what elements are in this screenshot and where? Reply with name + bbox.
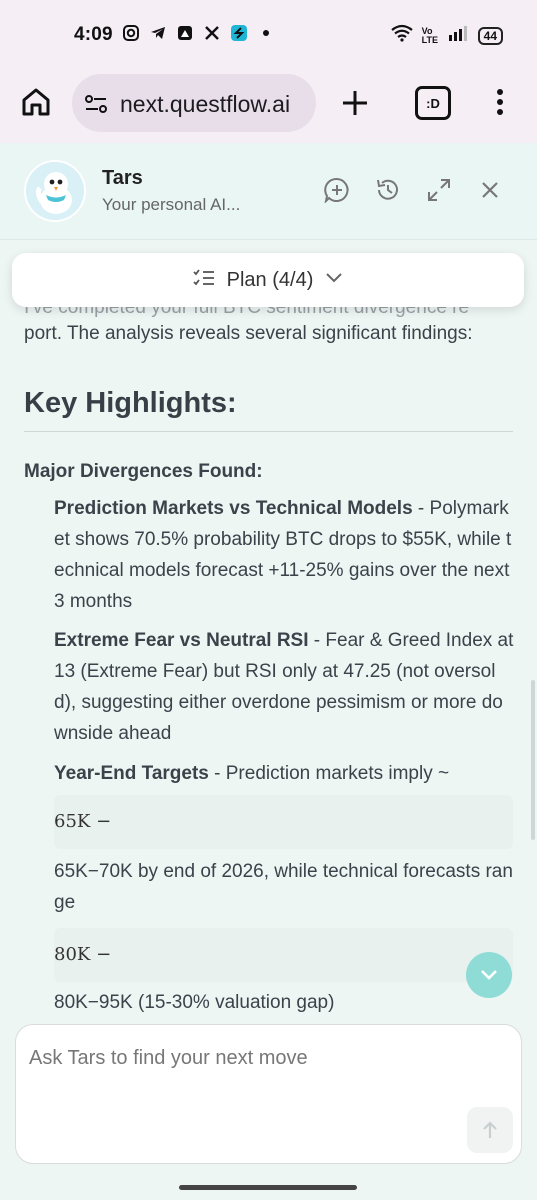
heading-divider [24,431,513,432]
more-menu-button[interactable] [490,86,510,118]
chevron-down-icon [325,271,343,289]
close-icon [482,182,498,198]
x-icon [203,24,221,42]
chat-input-placeholder: Ask Tars to find your next move [29,1047,308,1069]
list-item-title: Extreme Fear vs Neutral RSI [54,630,309,651]
arrow-up-icon [483,1121,497,1138]
telegram-icon [149,24,167,42]
more-vertical-icon [497,89,503,115]
expand-button[interactable] [426,177,452,203]
scrollbar[interactable] [531,680,535,840]
section-heading: Key Highlights: [24,387,237,419]
scroll-to-bottom-button[interactable] [466,952,512,998]
instagram-icon [122,24,140,42]
chat-plus-icon [324,177,349,205]
signal-icon [448,25,470,46]
close-button[interactable] [477,177,503,203]
dot-icon [257,24,275,42]
chevron-down-icon [481,970,497,980]
site-settings-icon[interactable] [84,92,108,116]
checklist-icon [193,268,215,293]
new-tab-button[interactable] [340,88,370,118]
chat-message-area[interactable]: I've completed your full BTC sentiment d… [0,239,537,1024]
avatar [24,160,86,222]
list-item-title: Prediction Markets vs Technical Models [54,498,413,519]
history-icon [377,179,398,200]
send-button[interactable] [467,1107,513,1153]
stackshift-icon [230,24,248,42]
agent-name: Tars [102,167,143,189]
url-text: next.questflow.ai [120,91,291,117]
expand-icon [428,179,450,201]
list-item-body: - Prediction markets imply ~ [208,763,450,784]
browser-toolbar: next.questflow.ai :D [0,70,537,143]
wifi-icon [390,24,414,47]
chat-header: Tars Your personal AI... [0,143,537,240]
address-bar[interactable]: next.questflow.ai [72,74,316,132]
plan-progress-button[interactable]: Plan (4/4) [12,253,524,307]
home-icon [22,88,50,116]
status-time: 4:09 [74,24,113,45]
history-button[interactable] [375,177,401,203]
chat-input[interactable]: Ask Tars to find your next move [15,1024,522,1164]
notification-icons [122,24,275,42]
agent-subtitle: Your personal AI... [102,195,241,214]
app-icon [176,24,194,42]
bird-mascot-icon [26,162,84,220]
plan-label: Plan (4/4) [226,268,314,291]
tab-switcher-button[interactable]: :D [415,86,451,120]
status-bar: 4:09 Vo LTE 44 [0,0,537,70]
list-item-continued: 65K−70K by end of 2026, while technical … [54,861,513,913]
subheading: Major Divergences Found: [24,461,263,482]
intro-text: port. The analysis reveals several signi… [24,323,473,344]
math-block: 80K − [54,928,513,982]
plus-icon [343,91,367,115]
volte-label: Vo LTE [421,25,438,45]
home-button[interactable] [20,86,52,118]
list-item-title: Year-End Targets [54,763,209,784]
math-block: 65K − [54,795,513,849]
list-item-continued: 80K−95K (15-30% valuation gap) [54,992,335,1013]
list-item: Extreme Fear vs Neutral RSI - Fear & Gre… [54,625,516,749]
gesture-bar [179,1185,357,1190]
new-chat-button[interactable] [324,177,350,205]
list-item: Prediction Markets vs Technical Models -… [54,493,516,617]
system-status-icons: Vo LTE 44 [390,24,503,47]
battery-icon: 44 [477,26,503,45]
list-item: Year-End Targets - Prediction markets im… [54,758,516,789]
